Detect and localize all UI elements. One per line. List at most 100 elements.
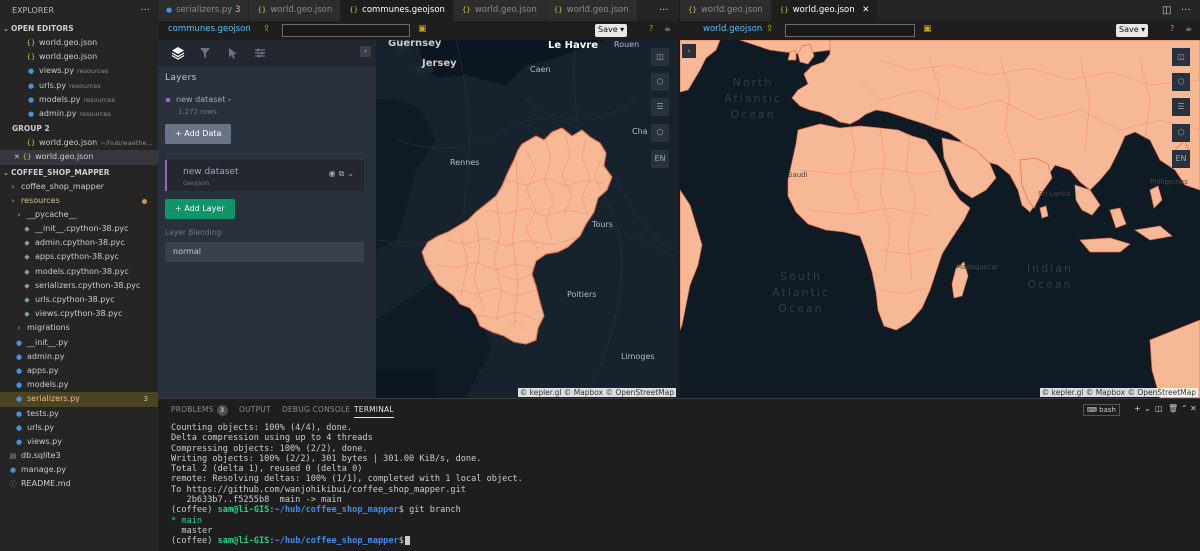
layer-blending-select[interactable]: normal — [165, 242, 364, 262]
close-icon[interactable]: ✕ — [862, 5, 869, 15]
search-input[interactable] — [785, 24, 915, 37]
list-item[interactable]: ◆ admin.cpython-38.pyc — [0, 236, 158, 250]
layers-tab-icon[interactable] — [171, 46, 185, 60]
compiled-file-icon: ◆ — [24, 267, 30, 276]
list-item[interactable]: ● serializers.py 3 — [0, 392, 158, 407]
list-item[interactable]: ● views.py — [0, 435, 158, 449]
draw-polygon-icon[interactable]: ⬠ — [651, 124, 669, 142]
list-item[interactable]: {} world.geo.json — [0, 50, 158, 64]
list-item[interactable]: ◆ __init__.cpython-38.pyc — [0, 222, 158, 236]
tab-output[interactable]: OUTPUT — [239, 405, 271, 414]
duplicate-icon[interactable]: ⧉ — [339, 169, 348, 178]
search-input[interactable] — [282, 24, 410, 37]
list-item[interactable]: ● apps.py — [0, 364, 158, 378]
legend-icon[interactable]: ☰ — [1172, 98, 1190, 116]
tab-terminal[interactable]: TERMINAL — [354, 405, 394, 418]
expand-panel-icon[interactable]: › — [682, 44, 696, 58]
coffee-icon[interactable]: ☕ — [664, 24, 671, 33]
chevron-down-icon[interactable]: ⌄ — [347, 169, 357, 178]
terminal-shell-select[interactable]: ⌨ bash — [1082, 404, 1120, 416]
split-terminal-icon[interactable]: ◫ — [1155, 404, 1163, 413]
add-data-button[interactable]: + Add Data — [165, 124, 232, 144]
trash-icon[interactable]: 🗑 — [1168, 404, 1178, 413]
list-item[interactable]: ◆ urls.cpython-38.pyc — [0, 293, 158, 307]
collapse-panel-icon[interactable]: ‹ — [360, 46, 371, 57]
list-item[interactable]: › resources — [0, 194, 158, 208]
list-item[interactable]: ● manage.py — [0, 463, 158, 477]
save-dropdown[interactable]: Save ▾ — [1116, 24, 1149, 37]
help-icon[interactable]: ? — [1170, 24, 1174, 33]
project-section[interactable]: ⌄ COFFEE_SHOP_MAPPER — [0, 165, 158, 180]
save-dropdown[interactable]: Save ▾ — [595, 24, 628, 37]
list-item[interactable]: ● urls.py — [0, 421, 158, 435]
filter-tab-icon[interactable] — [198, 46, 212, 60]
list-item[interactable]: › __pycache__ — [0, 208, 158, 222]
list-item[interactable]: {} world.geo.json ~/hub/waethe... — [0, 136, 158, 150]
export-icon[interactable]: ⇪ — [263, 24, 271, 34]
list-item[interactable]: ● tests.py — [0, 407, 158, 421]
list-item[interactable]: › migrations — [0, 321, 158, 335]
left-map[interactable]: Guernsey Jersey Le Havre Rouen Caen Renn… — [376, 40, 678, 398]
legend-icon[interactable]: ☰ — [651, 98, 669, 116]
list-item[interactable]: ◆ serializers.cpython-38.pyc — [0, 279, 158, 293]
eye-icon[interactable]: ◉ — [329, 169, 339, 178]
tab-world-geo-json-3[interactable]: {} world.geo.json — [545, 0, 638, 21]
list-item[interactable]: ◆ views.cpython-38.pyc — [0, 307, 158, 321]
interaction-tab-icon[interactable] — [226, 46, 240, 60]
open-editors-section[interactable]: ⌄ OPEN EDITORS — [0, 21, 158, 36]
list-item[interactable]: ◆ apps.cpython-38.pyc — [0, 250, 158, 264]
list-item[interactable]: ▤ db.sqlite3 — [0, 449, 158, 463]
coffee-icon[interactable]: ☕ — [1185, 24, 1192, 33]
list-item[interactable]: ◆ models.cpython-38.pyc — [0, 265, 158, 279]
split-map-icon[interactable]: ◫ — [651, 48, 669, 66]
map-attribution[interactable]: © kepler.gl © Mapbox © OpenStreetMap — [517, 388, 676, 397]
locale-button[interactable]: EN — [1172, 150, 1190, 168]
more-actions-icon[interactable]: ··· — [1181, 0, 1191, 21]
close-icon[interactable]: ✕ — [1190, 404, 1197, 413]
list-item[interactable]: ● models.py resources — [0, 93, 158, 107]
kepler-panel-header: ‹ — [158, 40, 376, 66]
locale-button[interactable]: EN — [651, 150, 669, 168]
list-item[interactable]: › coffee_shop_mapper — [0, 180, 158, 194]
help-icon[interactable]: ? — [649, 24, 653, 33]
add-layer-button[interactable]: + Add Layer — [165, 199, 235, 219]
terminal-output[interactable]: Counting objects: 100% (4/4), done. Delta… — [171, 423, 523, 547]
list-item[interactable]: ● views.py resources — [0, 64, 158, 78]
chevron-up-icon[interactable]: ⌃ — [1181, 404, 1188, 413]
more-actions-icon[interactable]: ··· — [659, 0, 669, 21]
list-item[interactable]: ⓘ README.md — [0, 477, 158, 491]
new-terminal-icon[interactable]: + — [1134, 404, 1141, 413]
tab-serializers[interactable]: ● serializers.py 3 — [158, 0, 250, 21]
list-item[interactable]: ● __init__.py — [0, 336, 158, 350]
right-map[interactable]: North Atlantic Ocean South Atlantic Ocean In… — [680, 40, 1200, 398]
list-item[interactable]: {} world.geo.json — [0, 36, 158, 50]
list-item[interactable]: ● models.py — [0, 378, 158, 392]
layer-card[interactable]: new dataset Geojson ◉⧉⌄ — [165, 160, 364, 191]
chevron-down-icon[interactable]: ⌄ — [1144, 404, 1151, 413]
map-attribution[interactable]: © kepler.gl © Mapbox © OpenStreetMap — [1039, 388, 1198, 397]
tab-world-geo-json-2[interactable]: {} world.geo.json — [453, 0, 546, 21]
tab-communes-geojson[interactable]: {} communes.geojson — [341, 0, 454, 21]
3d-view-icon[interactable]: ⬡ — [651, 73, 669, 91]
tab-debug-console[interactable]: DEBUG CONSOLE — [282, 405, 350, 414]
draw-polygon-icon[interactable]: ⬠ — [1172, 124, 1190, 142]
close-icon[interactable]: ✕ — [14, 153, 22, 161]
base-map-tab-icon[interactable] — [253, 46, 267, 60]
tab-world-geo-json-right[interactable]: {} world.geo.json — [680, 0, 772, 21]
split-map-icon[interactable]: ◫ — [1172, 48, 1190, 66]
save-disk-icon[interactable]: ▣ — [418, 24, 427, 34]
split-editor-icon[interactable]: ◫ — [1162, 0, 1171, 21]
tab-problems[interactable]: PROBLEMS 3 — [171, 405, 228, 416]
tab-world-geo-json[interactable]: {} world.geo.json — [249, 0, 342, 21]
list-item[interactable]: ● urls.py resources — [0, 79, 158, 93]
list-item[interactable]: ✕ {} world.geo.json — [0, 150, 158, 165]
more-actions-icon[interactable]: ··· — [140, 0, 150, 21]
3d-view-icon[interactable]: ⬡ — [1172, 73, 1190, 91]
export-icon[interactable]: ⇪ — [766, 24, 774, 34]
tab-world-geo-json-right-active[interactable]: {} world.geo.json ✕ — [771, 0, 879, 21]
list-item[interactable]: ● admin.py — [0, 350, 158, 364]
group2-section[interactable]: GROUP 2 — [0, 121, 158, 136]
dataset-item[interactable]: new dataset › 1,272 rows — [166, 95, 231, 116]
list-item[interactable]: ● admin.py resources — [0, 107, 158, 121]
save-disk-icon[interactable]: ▣ — [923, 24, 932, 34]
